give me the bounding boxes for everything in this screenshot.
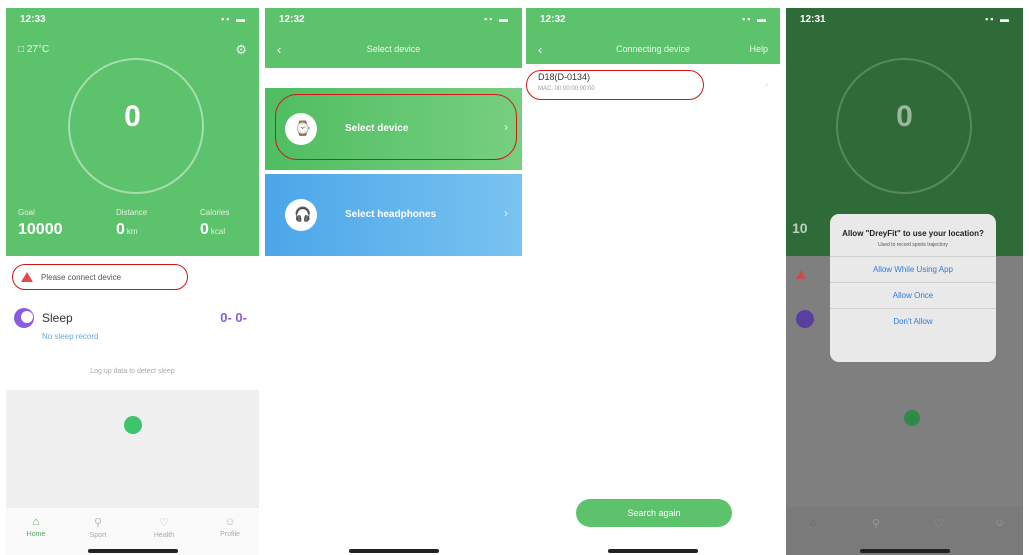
- stat-goal: 10: [792, 220, 808, 236]
- add-card-icon: [904, 410, 920, 426]
- sleep-subtitle: No sleep record: [42, 332, 99, 341]
- add-card-icon[interactable]: [124, 416, 142, 434]
- page-title: Select device: [366, 44, 421, 54]
- tab-bar: ⌂ Home ⚲ Sport ♡ Health ☺ Profile: [6, 507, 259, 555]
- sport-icon: ⚲: [872, 518, 881, 530]
- location-permission-screen: 12:31 ▪▪ ▬ 0 10 ⌂ ⚲ ♡ ☺ Allow "DreyFit" …: [786, 8, 1023, 555]
- tab-sport[interactable]: ⚲ Sport: [78, 516, 118, 539]
- connect-device-text: Please connect device: [41, 272, 122, 282]
- steps-count: 0: [124, 100, 141, 133]
- health-icon: ♡: [934, 518, 944, 530]
- headphones-icon: 🎧: [285, 199, 317, 231]
- status-time: 12:33: [20, 14, 46, 25]
- tab-profile[interactable]: ☺ Profile: [210, 516, 250, 538]
- signal-battery-icon: ▪▪ ▬: [484, 14, 510, 24]
- home-icon: ⌂: [810, 517, 817, 529]
- status-bar: 12:33 ▪▪ ▬: [6, 8, 259, 30]
- tab-health[interactable]: ♡ Health: [144, 516, 184, 539]
- profile-icon: ☺: [994, 517, 1006, 529]
- highlight-ring: [275, 94, 517, 160]
- profile-icon: ☺: [224, 516, 236, 528]
- status-bar: 12:31 ▪▪ ▬: [800, 14, 1011, 25]
- warning-icon: [796, 270, 806, 279]
- select-device-screen: 12:32 ▪▪ ▬ ‹ Select device ⌚ Select devi…: [265, 8, 522, 555]
- home-icon: ⌂: [32, 516, 40, 528]
- home-indicator: [859, 549, 950, 553]
- sport-icon: ⚲: [93, 517, 103, 529]
- search-again-button[interactable]: Search again: [576, 499, 732, 527]
- signal-battery-icon: ▪▪ ▬: [742, 14, 768, 24]
- moon-icon: [796, 310, 814, 328]
- allow-once-button[interactable]: Allow Once: [830, 282, 996, 308]
- sleep-value: 0- 0-: [220, 310, 247, 325]
- stat-goal: Goal 10000: [18, 208, 63, 238]
- steps-count: 0: [896, 100, 913, 133]
- settings-icon[interactable]: ⚙: [235, 42, 247, 58]
- home-screen: 12:33 ▪▪ ▬ □ 27°C ⚙ 0 Goal 10000 Distanc…: [6, 8, 259, 555]
- page-title: Connecting device: [615, 44, 691, 54]
- connect-device-banner[interactable]: Please connect device: [12, 264, 188, 290]
- dont-allow-button[interactable]: Don't Allow: [830, 308, 996, 334]
- sleep-card[interactable]: Sleep No sleep record 0- 0-: [14, 306, 251, 356]
- content-area: [6, 390, 259, 508]
- allow-while-using-button[interactable]: Allow While Using App: [830, 256, 996, 282]
- stat-calories: Calories 0 kcal: [200, 208, 230, 238]
- signal-icon: ◦: [765, 80, 768, 89]
- home-indicator: [87, 549, 178, 553]
- location-permission-dialog: Allow "DreyFit" to use your location? Us…: [830, 214, 996, 362]
- select-headphones-card[interactable]: 🎧 Select headphones ›: [265, 174, 522, 256]
- chevron-right-icon: ›: [504, 206, 508, 220]
- stat-distance: Distance 0 km: [116, 208, 148, 238]
- tab-home[interactable]: ⌂ Home: [16, 516, 56, 538]
- location-weather: □ 27°C: [18, 44, 50, 55]
- connecting-device-screen: 12:32 ▪▪ ▬ ‹ Connecting device Help D18(…: [526, 8, 780, 555]
- signal-battery-icon: ▪▪ ▬: [985, 14, 1011, 24]
- dialog-message: Used to record sports trajectory: [878, 242, 948, 248]
- sleep-hint: Log up data to detect sleep: [90, 368, 175, 375]
- moon-icon: [14, 308, 34, 328]
- dialog-title: Allow "DreyFit" to use your location?: [842, 229, 984, 238]
- sleep-title: Sleep: [42, 311, 73, 325]
- status-bar: 12:32 ▪▪ ▬: [540, 14, 768, 25]
- help-button[interactable]: Help: [749, 44, 768, 54]
- warning-icon: [21, 272, 33, 282]
- health-icon: ♡: [159, 517, 169, 529]
- home-indicator: [608, 549, 698, 553]
- home-indicator: [348, 549, 439, 553]
- status-bar: 12:32 ▪▪ ▬: [279, 14, 510, 25]
- signal-battery-icon: ▪▪ ▬: [221, 14, 247, 24]
- tab-bar: ⌂ ⚲ ♡ ☺: [786, 507, 1023, 555]
- highlight-ring: [526, 70, 704, 100]
